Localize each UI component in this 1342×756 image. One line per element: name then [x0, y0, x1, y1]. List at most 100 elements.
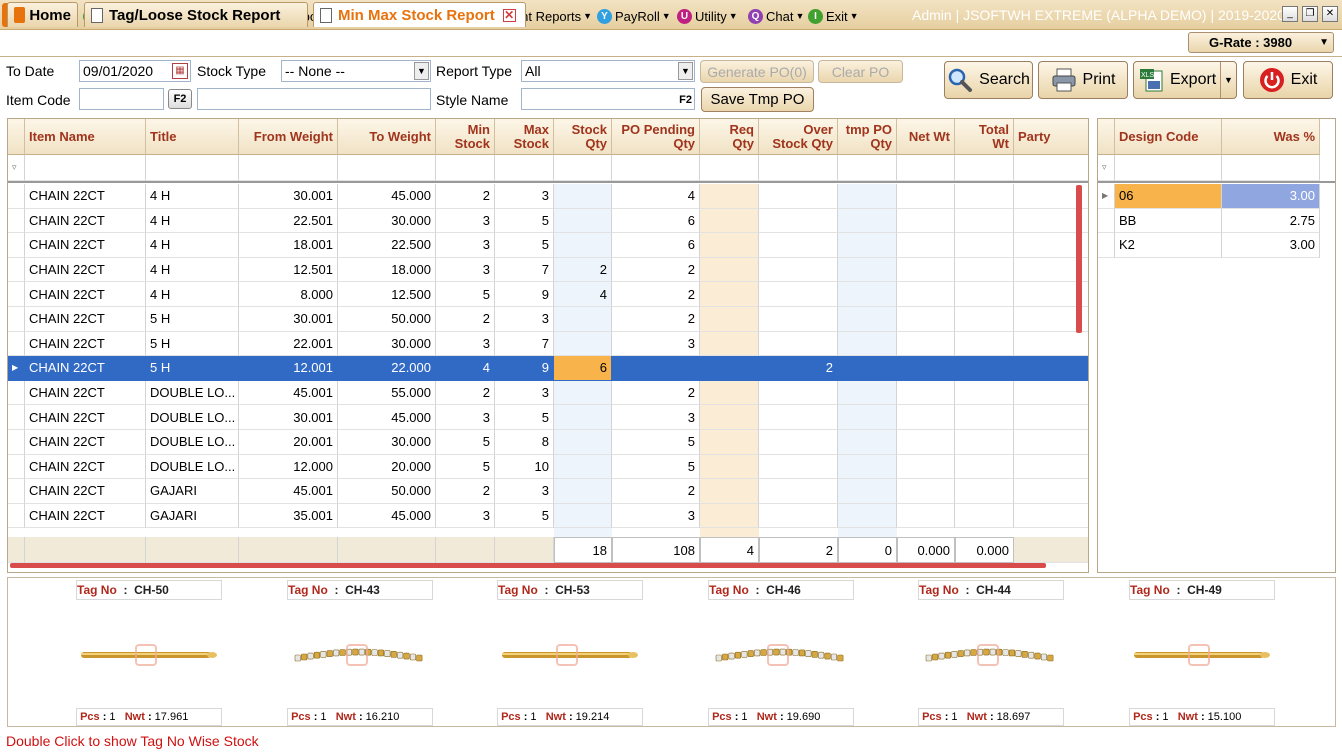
- table-cell[interactable]: 2: [554, 257, 612, 283]
- column-header[interactable]: PO Pending Qty: [612, 119, 700, 155]
- table-row[interactable]: CHAIN 22CT DOUBLE LO... 30.001 45.000 3 5 3: [8, 405, 1088, 430]
- row-indicator[interactable]: [1098, 208, 1115, 234]
- chain-image[interactable]: [915, 640, 1065, 670]
- table-cell[interactable]: [897, 282, 955, 307]
- filter-cell[interactable]: [612, 155, 700, 181]
- table-cell[interactable]: 4: [612, 184, 700, 209]
- table-cell[interactable]: 45.000: [338, 503, 436, 529]
- filter-cell[interactable]: [955, 155, 1014, 181]
- minimize-icon[interactable]: _: [1282, 6, 1298, 22]
- table-cell[interactable]: [700, 331, 759, 357]
- table-cell[interactable]: [838, 331, 897, 357]
- table-cell[interactable]: [554, 380, 612, 406]
- table-cell[interactable]: 12.500: [338, 282, 436, 307]
- table-cell[interactable]: 06: [1115, 184, 1222, 209]
- filter-cell[interactable]: [25, 155, 146, 181]
- table-row[interactable]: CHAIN 22CT 5 H 30.001 50.000 2 3 2: [8, 307, 1088, 332]
- table-cell[interactable]: [955, 356, 1014, 381]
- column-header[interactable]: Stock Qty: [554, 119, 612, 155]
- table-cell[interactable]: [554, 184, 612, 209]
- table-cell[interactable]: [759, 430, 838, 455]
- table-cell[interactable]: [1014, 504, 1088, 529]
- clear-po-button[interactable]: Clear PO: [818, 60, 903, 83]
- table-cell[interactable]: 6: [612, 233, 700, 258]
- row-indicator[interactable]: ▶: [1098, 184, 1115, 209]
- table-cell[interactable]: 10: [495, 454, 554, 480]
- filter-cell[interactable]: [759, 155, 838, 181]
- table-cell[interactable]: 3: [495, 307, 554, 332]
- tag-image-card[interactable]: Tag No : CH-44 Pcs : 1 Nwt : 18.697: [853, 578, 1064, 728]
- chevron-down-icon[interactable]: ▼: [1220, 62, 1236, 98]
- table-cell[interactable]: 9: [495, 282, 554, 307]
- tab-min-max-stock-report[interactable]: Min Max Stock Report ✕: [313, 2, 526, 27]
- stock-type-select[interactable]: -- None -- ▼: [281, 60, 431, 82]
- table-row[interactable]: CHAIN 22CT DOUBLE LO... 45.001 55.000 2 3 2: [8, 380, 1088, 406]
- table-row[interactable]: CHAIN 22CT 4 H 12.501 18.000 3 7 2 2: [8, 257, 1088, 283]
- table-cell[interactable]: [700, 307, 759, 332]
- table-cell[interactable]: CHAIN 22CT: [25, 307, 146, 332]
- table-cell[interactable]: 2: [612, 282, 700, 307]
- table-cell[interactable]: 3: [436, 257, 495, 283]
- table-cell[interactable]: [1014, 332, 1088, 357]
- table-cell[interactable]: [955, 307, 1014, 332]
- table-row[interactable]: CHAIN 22CT 4 H 22.501 30.000 3 5 6: [8, 208, 1088, 234]
- exit-button[interactable]: Exit: [1243, 61, 1333, 99]
- table-cell[interactable]: [700, 405, 759, 430]
- column-header[interactable]: Design Code: [1115, 119, 1222, 155]
- table-cell[interactable]: CHAIN 22CT: [25, 356, 146, 381]
- table-cell[interactable]: [955, 208, 1014, 234]
- table-cell[interactable]: 8.000: [239, 282, 338, 307]
- table-cell[interactable]: 3: [436, 503, 495, 529]
- table-cell[interactable]: 2: [436, 307, 495, 332]
- table-cell[interactable]: 3: [495, 184, 554, 209]
- table-cell[interactable]: [1014, 430, 1088, 455]
- table-cell[interactable]: 3: [436, 208, 495, 234]
- table-cell[interactable]: [955, 184, 1014, 209]
- row-indicator[interactable]: [8, 479, 25, 504]
- table-cell[interactable]: [1014, 455, 1088, 480]
- table-cell[interactable]: [838, 479, 897, 504]
- table-cell[interactable]: 9: [495, 356, 554, 381]
- table-cell[interactable]: [838, 233, 897, 258]
- menu-payroll[interactable]: Y PayRoll ▼: [597, 7, 671, 25]
- item-code-input[interactable]: [79, 88, 164, 110]
- table-cell[interactable]: [700, 233, 759, 258]
- table-cell[interactable]: 5: [612, 454, 700, 480]
- table-cell[interactable]: [759, 257, 838, 283]
- table-cell[interactable]: 3: [495, 479, 554, 504]
- row-indicator[interactable]: [8, 503, 25, 529]
- table-cell[interactable]: 5: [495, 405, 554, 430]
- column-header[interactable]: Max Stock: [495, 119, 554, 155]
- table-cell[interactable]: CHAIN 22CT: [25, 405, 146, 430]
- table-cell[interactable]: [1014, 356, 1088, 381]
- menu-chat[interactable]: Q Chat ▼: [748, 7, 804, 25]
- table-cell[interactable]: 4: [436, 356, 495, 381]
- table-cell[interactable]: [1014, 479, 1088, 504]
- calendar-icon[interactable]: ▦: [172, 63, 188, 79]
- table-cell[interactable]: 50.000: [338, 479, 436, 504]
- chain-image[interactable]: [1126, 640, 1276, 670]
- row-indicator[interactable]: [8, 430, 25, 455]
- table-cell[interactable]: [554, 454, 612, 480]
- save-tmp-po-button[interactable]: Save Tmp PO: [701, 87, 814, 112]
- table-cell[interactable]: [897, 233, 955, 258]
- table-cell[interactable]: [897, 430, 955, 455]
- column-header[interactable]: Party: [1014, 119, 1088, 155]
- table-cell[interactable]: 5 H: [146, 307, 239, 332]
- column-header[interactable]: To Weight: [338, 119, 436, 155]
- generate-po-button[interactable]: Generate PO(0): [700, 60, 814, 83]
- table-cell[interactable]: 4 H: [146, 257, 239, 283]
- tab-home[interactable]: Home: [7, 2, 78, 27]
- export-button[interactable]: XLS Export ▼: [1133, 61, 1237, 99]
- table-cell[interactable]: [838, 184, 897, 209]
- table-cell[interactable]: 2: [759, 356, 838, 381]
- table-cell[interactable]: 5: [436, 282, 495, 307]
- column-header[interactable]: Item Name: [25, 119, 146, 155]
- tag-image-card[interactable]: Tag No : CH-53 Pcs : 1 Nwt : 19.214: [432, 578, 643, 728]
- table-cell[interactable]: 12.000: [239, 454, 338, 480]
- table-cell[interactable]: 30.000: [338, 331, 436, 357]
- table-cell[interactable]: 7: [495, 331, 554, 357]
- min-max-stock-grid[interactable]: Item Name Title From Weight To Weight Min St…: [7, 118, 1089, 573]
- table-cell[interactable]: 4 H: [146, 208, 239, 234]
- table-cell[interactable]: [700, 257, 759, 283]
